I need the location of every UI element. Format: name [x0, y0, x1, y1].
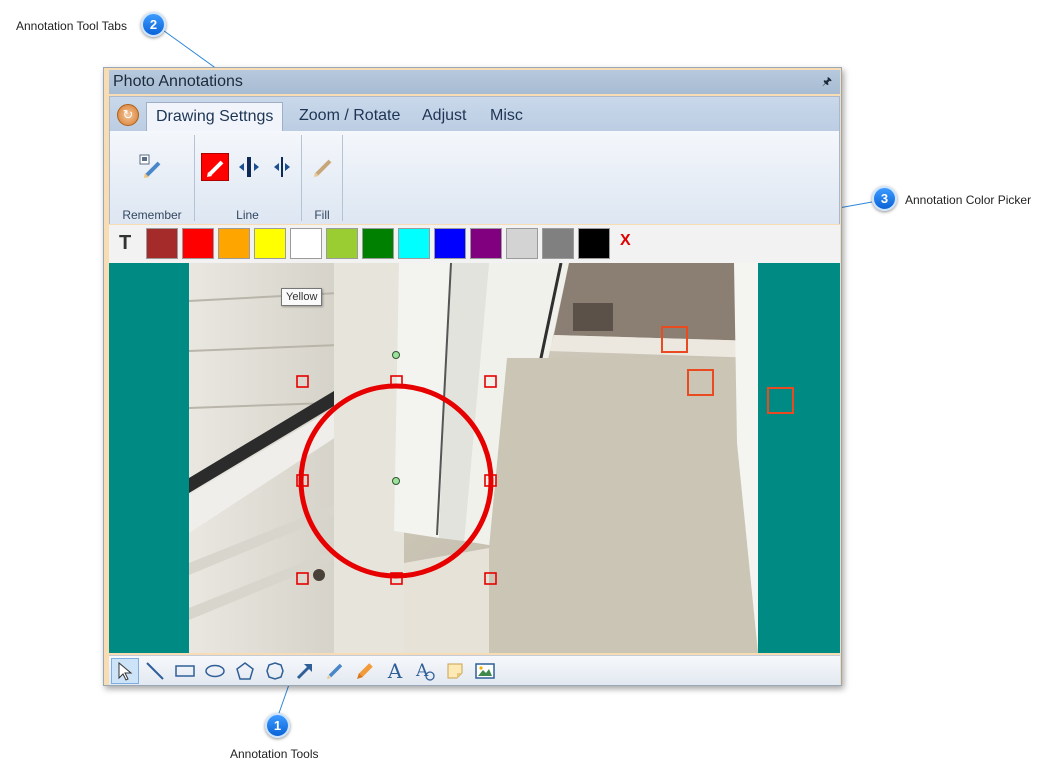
arrow-icon[interactable] [291, 658, 319, 684]
group-separator [342, 135, 343, 221]
swatch-lightgray[interactable] [506, 228, 538, 259]
callout-badge-2: 2 [141, 12, 166, 37]
swatch-black[interactable] [578, 228, 610, 259]
swatch-green[interactable] [362, 228, 394, 259]
swatch-brown[interactable] [146, 228, 178, 259]
clear-color-button[interactable]: X [620, 232, 631, 250]
ribbon-tabstrip: ↻ Drawing Settngs Zoom / Rotate Adjust M… [110, 97, 839, 131]
swatch-cyan[interactable] [398, 228, 430, 259]
swatch-yellow[interactable] [254, 228, 286, 259]
tab-drawing-settings[interactable]: Drawing Settngs [146, 102, 284, 131]
callout-badge-1: 1 [265, 713, 290, 738]
swatch-blue[interactable] [434, 228, 466, 259]
annotation-overlay [296, 351, 497, 585]
rectangle-icon[interactable] [171, 658, 199, 684]
zoom-handle[interactable] [767, 387, 794, 414]
callout-label-color-picker: Annotation Color Picker [905, 193, 1032, 207]
remember-pen-icon[interactable] [138, 154, 164, 180]
pentagon-icon[interactable] [231, 658, 259, 684]
image-icon[interactable] [471, 658, 499, 684]
center-handle [392, 477, 400, 485]
callout-label-tabs: Annotation Tool Tabs [16, 19, 127, 33]
line-thick-icon[interactable] [237, 155, 261, 179]
line-color-pen-icon[interactable] [201, 153, 229, 181]
callout-badge-3: 3 [872, 186, 897, 211]
tab-misc[interactable]: Misc [481, 102, 532, 131]
note-icon[interactable] [441, 658, 469, 684]
pencil-icon[interactable] [321, 658, 349, 684]
swatch-gray[interactable] [542, 228, 574, 259]
annotation-canvas[interactable]: Yellow [109, 263, 840, 653]
annotation-toolbar: A A [109, 655, 840, 685]
zoom-handle[interactable] [661, 326, 688, 353]
group-label-fill: Fill [314, 208, 330, 222]
screenshot-root: Annotation Tool Tabs 2 3 Annotation Colo… [0, 0, 1062, 781]
line-thin-icon[interactable] [270, 155, 294, 179]
swatch-yellowgreen[interactable] [326, 228, 358, 259]
line-icon[interactable] [141, 658, 169, 684]
refresh-icon[interactable]: ↻ [117, 104, 139, 126]
swatch-orange[interactable] [218, 228, 250, 259]
swatch-purple[interactable] [470, 228, 502, 259]
text-color-toggle[interactable]: T [119, 232, 131, 255]
rotate-handle [392, 351, 400, 359]
photo-annotations-window: Photo Annotations 🖈︎ ↻ Drawing Settngs Z… [103, 67, 842, 686]
highlighter-icon[interactable] [351, 658, 379, 684]
zoom-handle[interactable] [687, 369, 714, 396]
group-label-line: Line [236, 208, 259, 222]
window-title: Photo Annotations [113, 73, 243, 90]
annotation-color-picker: T X [109, 225, 840, 263]
tab-zoom-rotate[interactable]: Zoom / Rotate [290, 102, 409, 131]
callout-label-tools: Annotation Tools [230, 747, 319, 761]
tab-adjust[interactable]: Adjust [413, 102, 475, 131]
window-titlebar: Photo Annotations 🖈︎ [109, 70, 840, 94]
pin-icon[interactable]: 🖈︎ [822, 73, 832, 92]
fill-pen-icon[interactable] [310, 154, 336, 180]
swatch-white[interactable] [290, 228, 322, 259]
swatch-red[interactable] [182, 228, 214, 259]
ribbon: ↻ Drawing Settngs Zoom / Rotate Adjust M… [109, 96, 840, 224]
group-label-remember: Remember [122, 208, 182, 222]
ribbon-body: Remember Line Fill [110, 131, 839, 224]
callout-text-icon[interactable]: A [411, 658, 439, 684]
ellipse-icon[interactable] [201, 658, 229, 684]
circle-icon[interactable] [261, 658, 289, 684]
select-arrow-icon[interactable] [111, 658, 139, 684]
text-icon[interactable]: A [381, 658, 409, 684]
